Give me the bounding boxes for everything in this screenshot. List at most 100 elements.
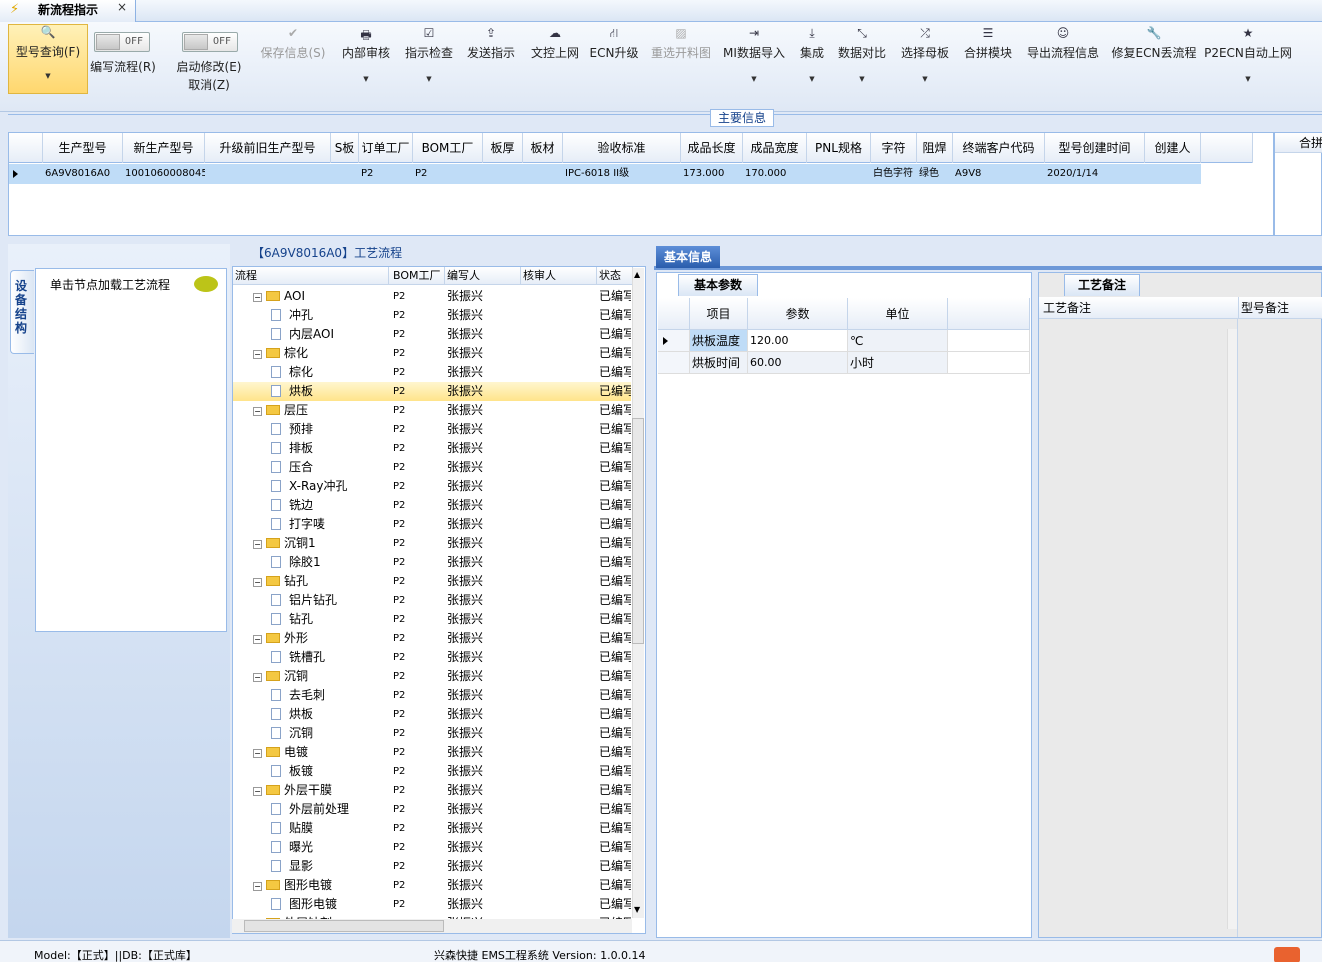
notes-scrollbar[interactable] [1227,329,1237,929]
grid-col-header[interactable]: 升级前旧生产型号 [205,133,331,163]
grid-cell[interactable]: A9V8 [953,164,1045,184]
flow-tree-grid[interactable]: 流程 BOM工厂 编写人 核审人 状态 −AOIP2张振兴已编写冲孔P2张振兴已… [232,266,646,934]
flow-tree-row[interactable]: 冲孔 P2 张振兴 已编写 [233,306,631,325]
collapse-icon[interactable]: − [253,578,262,587]
flow-tree-row[interactable]: − 外形 P2 张振兴 已编写 [233,629,631,648]
param-unit[interactable]: 小时 [848,352,948,374]
flow-tree-row[interactable]: 压合 P2 张振兴 已编写 [233,458,631,477]
data-compare-button[interactable]: ⤡ 数据对比 ▼ [834,26,890,83]
grid-cell[interactable] [483,164,523,184]
flow-tree-row[interactable]: 预排 P2 张振兴 已编写 [233,420,631,439]
integration-button[interactable]: ⤓ 集成 ▼ [794,26,830,83]
flow-tree-row[interactable]: 显影 P2 张振兴 已编写 [233,857,631,876]
grid-col-header[interactable]: 字符 [871,133,917,163]
flow-tree-row[interactable]: − AOI P2 张振兴 已编写 [233,287,631,306]
start-modify-toggle[interactable]: OFF [182,32,238,52]
param-value[interactable]: 120.00 [748,330,848,352]
vertical-scroll-thumb[interactable] [632,418,644,644]
grid-cell[interactable] [807,164,871,184]
grid-col-header[interactable]: 验收标准 [563,133,681,163]
col-unit[interactable]: 单位 [848,298,948,330]
structure-panel[interactable] [35,268,227,632]
flow-tree-row[interactable]: 内层AOI P2 张振兴 已编写 [233,325,631,344]
collapse-icon[interactable]: − [253,407,262,416]
flow-tree-row[interactable]: 烘板 P2 张振兴 已编写 [233,382,631,401]
flow-tree-row[interactable]: − 电镀 P2 张振兴 已编写 [233,743,631,762]
col-item[interactable]: 项目 [690,298,748,330]
mi-import-button[interactable]: ⇥ MI数据导入 ▼ [720,26,788,83]
collapse-icon[interactable]: − [253,635,262,644]
collapse-icon[interactable]: − [253,882,262,891]
flow-tree-row[interactable]: 铣槽孔 P2 张振兴 已编写 [233,648,631,667]
grid-cell[interactable]: 2020/1/14 [1045,164,1145,184]
ecn-upgrade-button[interactable]: ⛙ ECN升级 [588,26,640,61]
merge-module-button[interactable]: ☰ 合拼模块 [960,26,1016,61]
horizontal-scroll-thumb[interactable] [244,920,444,932]
grid-col-header[interactable]: BOM工厂 [413,133,483,163]
send-instruction-button[interactable]: ⇪ 发送指示 [462,26,520,61]
p2ecn-online-button[interactable]: ★ P2ECN自动上网 ▼ [1204,26,1292,83]
select-mother-button[interactable]: ⤮ 选择母板 ▼ [896,26,954,83]
collapse-icon[interactable]: − [253,673,262,682]
flow-tree-row[interactable]: − 图形电镀 P2 张振兴 已编写 [233,876,631,895]
col-process-note[interactable]: 工艺备注 [1039,297,1239,319]
col-bom[interactable]: BOM工厂 [391,267,445,285]
internal-review-button[interactable]: 🖶 内部审核 ▼ [336,26,396,83]
grid-cell[interactable]: P2 [359,164,413,184]
flow-tree-row[interactable]: 去毛刺 P2 张振兴 已编写 [233,686,631,705]
param-item[interactable]: 烘板时间 [690,352,748,374]
grid-cell[interactable]: 10010600080457 [123,164,205,184]
param-value[interactable]: 60.00 [748,352,848,374]
grid-col-header[interactable]: 板材 [523,133,563,163]
grid-col-header[interactable]: 创建人 [1145,133,1201,163]
grid-col-header[interactable]: 成品宽度 [743,133,807,163]
grid-col-header[interactable]: 新生产型号 [123,133,205,163]
grid-col-header[interactable]: 阻焊 [917,133,953,163]
doc-upload-button[interactable]: ☁ 文控上网 [526,26,584,61]
tab-new-flow[interactable]: ⚡ 新流程指示 × [0,0,136,22]
grid-cell[interactable]: P2 [413,164,483,184]
grid-col-header[interactable]: 生产型号 [43,133,123,163]
grid-cell[interactable] [523,164,563,184]
tab-process-notes[interactable]: 工艺备注 [1064,274,1140,296]
col-flow[interactable]: 流程 [233,267,389,285]
grid-cell[interactable]: 6A9V8016A0 [43,164,123,184]
grid-col-header[interactable]: 订单工厂 [359,133,413,163]
col-status[interactable]: 状态 [597,267,633,285]
reselect-material-button[interactable]: ▨ 重选开料图 [646,26,716,61]
flow-tree-row[interactable]: 外层前处理 P2 张振兴 已编写 [233,800,631,819]
main-info-grid[interactable]: 生产型号 新生产型号 升级前旧生产型号 S板 订单工厂 BOM工厂 板厚 板材 验收标准 成品长度… [8,132,1274,236]
save-info-button[interactable]: ✔ 保存信息(S) [256,26,330,61]
grid-col-header[interactable]: 成品长度 [681,133,743,163]
collapse-icon[interactable]: − [253,749,262,758]
flow-tree-row[interactable]: 沉铜 P2 张振兴 已编写 [233,724,631,743]
collapse-icon[interactable]: − [253,293,262,302]
grid-col-header[interactable]: 型号创建时间 [1045,133,1145,163]
basic-params-grid[interactable]: 项目 参数 单位 烘板温度 120.00 ℃ 烘板时间 60.00 小时 [658,298,1030,378]
flow-tree-row[interactable]: 除胶1 P2 张振兴 已编写 [233,553,631,572]
grid-cell[interactable]: IPC-6018 II级 [563,164,681,184]
flow-tree-row[interactable]: 钻孔 P2 张振兴 已编写 [233,610,631,629]
flow-tree-row[interactable]: − 钻孔 P2 张振兴 已编写 [233,572,631,591]
model-query-button[interactable]: 🔍 型号查询(F) ▼ [8,24,88,94]
col-model-note[interactable]: 型号备注 [1239,297,1322,319]
flow-tree-row[interactable]: − 棕化 P2 张振兴 已编写 [233,344,631,363]
scroll-down-icon[interactable]: ▼ [634,905,640,914]
collapse-icon[interactable]: − [253,540,262,549]
grid-cell[interactable] [1145,164,1201,184]
flow-tree-row[interactable]: − 沉铜 P2 张振兴 已编写 [233,667,631,686]
collapse-icon[interactable]: − [253,787,262,796]
export-flow-button[interactable]: ☺ 导出流程信息 [1022,26,1104,61]
flow-tree-row[interactable]: 打字唛 P2 张振兴 已编写 [233,515,631,534]
repair-ecn-button[interactable]: 🔧 修复ECN丢流程 [1110,26,1198,61]
flow-tree-row[interactable]: − 外层干膜 P2 张振兴 已编写 [233,781,631,800]
close-icon[interactable]: × [117,0,127,14]
col-param[interactable]: 参数 [748,298,848,330]
grid-col-header[interactable]: 终端客户代码 [953,133,1045,163]
flow-tree-row[interactable]: 图形电镀 P2 张振兴 已编写 [233,895,631,914]
flow-tree-row[interactable]: 铝片钻孔 P2 张振兴 已编写 [233,591,631,610]
flow-tree-row[interactable]: 贴膜 P2 张振兴 已编写 [233,819,631,838]
scroll-up-icon[interactable]: ▲ [634,270,640,279]
flow-tree-row[interactable]: 棕化 P2 张振兴 已编写 [233,363,631,382]
flow-tree-row[interactable]: X-Ray冲孔 P2 张振兴 已编写 [233,477,631,496]
